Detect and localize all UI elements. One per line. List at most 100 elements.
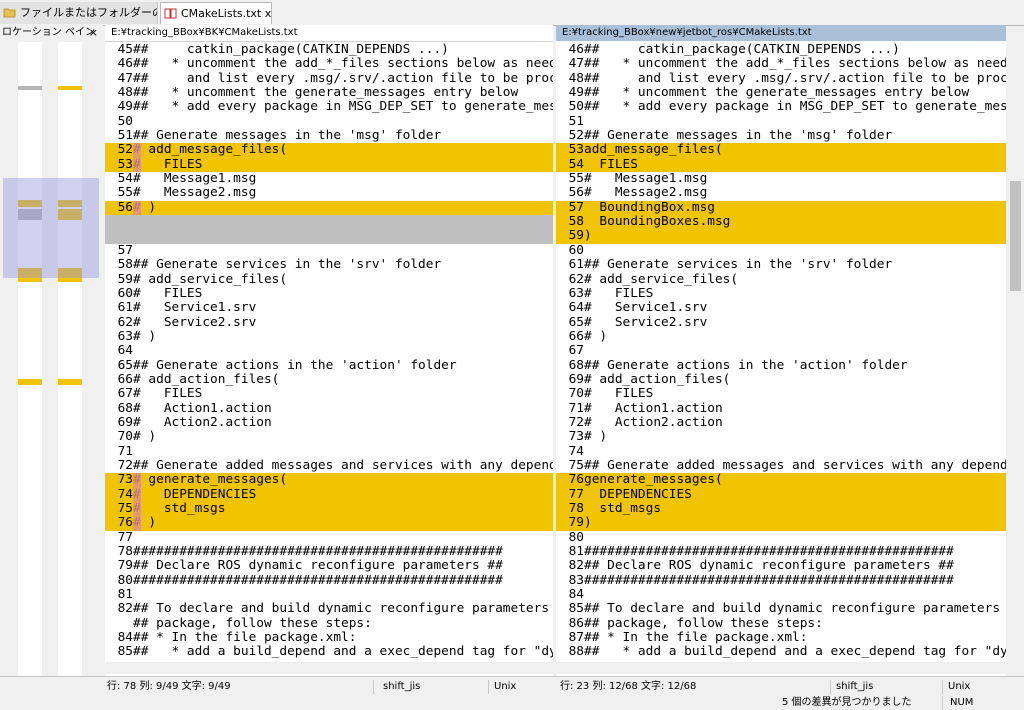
code-line[interactable]: 59# add_service_files(	[105, 272, 553, 287]
code-line[interactable]: 71	[105, 444, 553, 459]
code-line[interactable]: 64	[105, 343, 553, 358]
code-line[interactable]: 47## * uncomment the add_*_files section…	[556, 56, 1006, 71]
code-line[interactable]: 76generate_messages(	[556, 472, 1006, 488]
code-line[interactable]: 78 std_msgs	[556, 501, 1006, 517]
code-line[interactable]: 48## * uncomment the generate_messages e…	[105, 85, 553, 100]
left-file-pane[interactable]: E:¥tracking_BBox¥BK¥CMakeLists.txt 45## …	[105, 25, 553, 686]
line-text: FILES	[584, 156, 638, 172]
code-line[interactable]: 51## Generate messages in the 'msg' fold…	[105, 128, 553, 143]
code-line[interactable]: 82## To declare and build dynamic reconf…	[105, 602, 553, 617]
code-line[interactable]: 45## catkin_package(CATKIN_DEPENDS ...)	[105, 42, 553, 57]
code-line[interactable]: 56# Message2.msg	[556, 186, 1006, 201]
scrollbar-thumb[interactable]	[1010, 181, 1021, 291]
code-line[interactable]: 69# add_action_files(	[556, 372, 1006, 387]
code-line[interactable]: 86## package, follow these steps:	[556, 616, 1006, 631]
code-line[interactable]: 85## * add a build_depend and a exec_dep…	[105, 645, 553, 660]
code-line[interactable]: 69# Action2.action	[105, 415, 553, 430]
horizontal-scrollbar-left[interactable]	[105, 662, 553, 674]
code-line[interactable]: 51	[556, 114, 1006, 129]
code-line[interactable]: 46## * uncomment the add_*_files section…	[105, 56, 553, 71]
right-code-lines[interactable]: 46## catkin_package(CATKIN_DEPENDS ...) 4…	[556, 42, 1006, 660]
code-line[interactable]: 73# )	[556, 429, 1006, 444]
code-line[interactable]: 62# Service2.srv	[105, 315, 553, 330]
code-line[interactable]: 80######################################…	[105, 573, 553, 588]
code-line[interactable]: 59)	[556, 229, 1006, 244]
code-line[interactable]: 77 DEPENDENCIES	[556, 487, 1006, 502]
code-line[interactable]: 55# Message1.msg	[556, 171, 1006, 186]
code-line[interactable]: 57	[105, 243, 553, 258]
code-line[interactable]: 81######################################…	[556, 544, 1006, 559]
code-line[interactable]: 80	[556, 530, 1006, 545]
code-line[interactable]: 49## * uncomment the generate_messages e…	[556, 85, 1006, 100]
code-line[interactable]: 88## * add a build_depend and a exec_dep…	[556, 645, 1006, 660]
code-line[interactable]: 50	[105, 114, 553, 129]
code-line[interactable]: 48## and list every .msg/.srv/.action fi…	[556, 71, 1006, 86]
code-line[interactable]: 58 BoundingBoxes.msg	[556, 214, 1006, 230]
right-file-pane[interactable]: E:¥tracking_BBox¥new¥jetbot_ros¥CMakeLis…	[556, 25, 1006, 686]
code-line[interactable]: 65## Generate actions in the 'action' fo…	[105, 358, 553, 373]
code-line[interactable]: 52# add_message_files(	[105, 143, 553, 158]
code-line[interactable]: 61## Generate services in the 'srv' fold…	[556, 257, 1006, 272]
code-line[interactable]: 78######################################…	[105, 544, 553, 559]
code-line[interactable]: 84## * In the file package.xml:	[105, 630, 553, 645]
close-icon[interactable]: ×	[89, 25, 98, 40]
vertical-scrollbar[interactable]	[1007, 41, 1024, 662]
code-line[interactable]: 79)	[556, 515, 1006, 531]
tab-file-select[interactable]: ファイルまたはフォルダーの選択...	[0, 2, 158, 24]
code-line[interactable]: 68## Generate actions in the 'action' fo…	[556, 358, 1006, 373]
code-line[interactable]: 47## and list every .msg/.srv/.action fi…	[105, 71, 553, 86]
code-line[interactable]: 70# FILES	[556, 386, 1006, 401]
location-strip-right[interactable]	[58, 42, 82, 685]
code-line[interactable]: 63# FILES	[556, 286, 1006, 301]
code-line[interactable]: 68# Action1.action	[105, 401, 553, 416]
code-line[interactable]: 46## catkin_package(CATKIN_DEPENDS ...)	[556, 42, 1006, 57]
code-line[interactable]: 74	[556, 444, 1006, 459]
code-line[interactable]: 52## Generate messages in the 'msg' fold…	[556, 128, 1006, 143]
code-line[interactable]: 57 BoundingBox.msg	[556, 200, 1006, 216]
code-line[interactable]: 81	[105, 587, 553, 602]
code-line[interactable]: 56# )	[105, 200, 553, 216]
code-line[interactable]: 66# add_action_files(	[105, 372, 553, 387]
code-line[interactable]: 72## Generate added messages and service…	[105, 458, 553, 473]
code-line[interactable]: 83######################################…	[556, 573, 1006, 588]
code-line[interactable]: ## package, follow these steps:	[105, 616, 553, 631]
code-line[interactable]: 77	[105, 530, 553, 545]
code-line[interactable]: 54# Message1.msg	[105, 171, 553, 186]
code-line[interactable]: 87## * In the file package.xml:	[556, 630, 1006, 645]
code-line[interactable]: 61# Service1.srv	[105, 300, 553, 315]
code-line[interactable]: 82## Declare ROS dynamic reconfigure par…	[556, 559, 1006, 574]
code-line[interactable]: 54 FILES	[556, 156, 1006, 173]
code-line[interactable]: 74# DEPENDENCIES	[105, 487, 553, 502]
left-code-lines[interactable]: 45## catkin_package(CATKIN_DEPENDS ...) 4…	[105, 42, 553, 660]
code-line[interactable]: 49## * add every package in MSG_DEP_SET …	[105, 100, 553, 115]
code-line[interactable]: 73# generate_messages(	[105, 472, 553, 488]
location-viewport[interactable]	[3, 178, 99, 278]
code-line[interactable]: 50## * add every package in MSG_DEP_SET …	[556, 100, 1006, 115]
code-line[interactable]: 84	[556, 587, 1006, 602]
code-line[interactable]: 64# Service1.srv	[556, 300, 1006, 315]
code-line[interactable]: 70# )	[105, 429, 553, 444]
code-line[interactable]: 58## Generate services in the 'srv' fold…	[105, 257, 553, 272]
code-line[interactable]	[105, 215, 553, 244]
code-line[interactable]: 85## To declare and build dynamic reconf…	[556, 602, 1006, 617]
code-line[interactable]: 76# )	[105, 515, 553, 531]
code-line[interactable]: 71# Action1.action	[556, 401, 1006, 416]
code-line[interactable]: 79## Declare ROS dynamic reconfigure par…	[105, 559, 553, 574]
code-line[interactable]: 65# Service2.srv	[556, 315, 1006, 330]
code-line[interactable]: 53# FILES	[105, 157, 553, 173]
code-line[interactable]: 66# )	[556, 329, 1006, 344]
tab-cmakelists[interactable]: CMakeLists.txt x 2	[160, 2, 272, 24]
code-line[interactable]: 62# add_service_files(	[556, 272, 1006, 287]
horizontal-scrollbar-right[interactable]	[556, 662, 1006, 674]
code-line[interactable]: 63# )	[105, 329, 553, 344]
code-line[interactable]: 75# std_msgs	[105, 501, 553, 517]
location-strip-left[interactable]	[18, 42, 42, 685]
code-line[interactable]: 67	[556, 343, 1006, 358]
code-line[interactable]: 72# Action2.action	[556, 415, 1006, 430]
code-line[interactable]: 75## Generate added messages and service…	[556, 458, 1006, 473]
code-line[interactable]: 60# FILES	[105, 286, 553, 301]
code-line[interactable]: 55# Message2.msg	[105, 186, 553, 201]
code-line[interactable]: 67# FILES	[105, 386, 553, 401]
code-line[interactable]: 53add_message_files(	[556, 143, 1006, 158]
code-line[interactable]: 60	[556, 243, 1006, 258]
